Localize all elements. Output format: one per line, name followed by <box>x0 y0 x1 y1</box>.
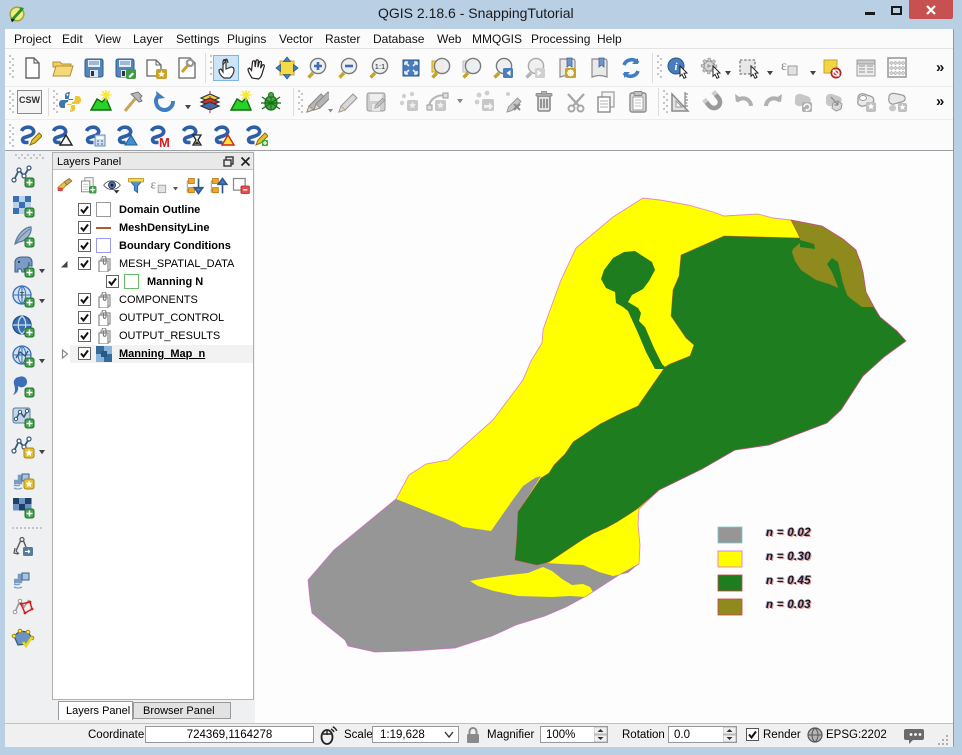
svg-text:ε: ε <box>781 59 787 74</box>
svg-text:ε: ε <box>151 178 156 192</box>
svg-text:T: T <box>20 291 25 300</box>
svg-text:1:1: 1:1 <box>375 62 385 71</box>
svg-text:M: M <box>159 135 170 148</box>
